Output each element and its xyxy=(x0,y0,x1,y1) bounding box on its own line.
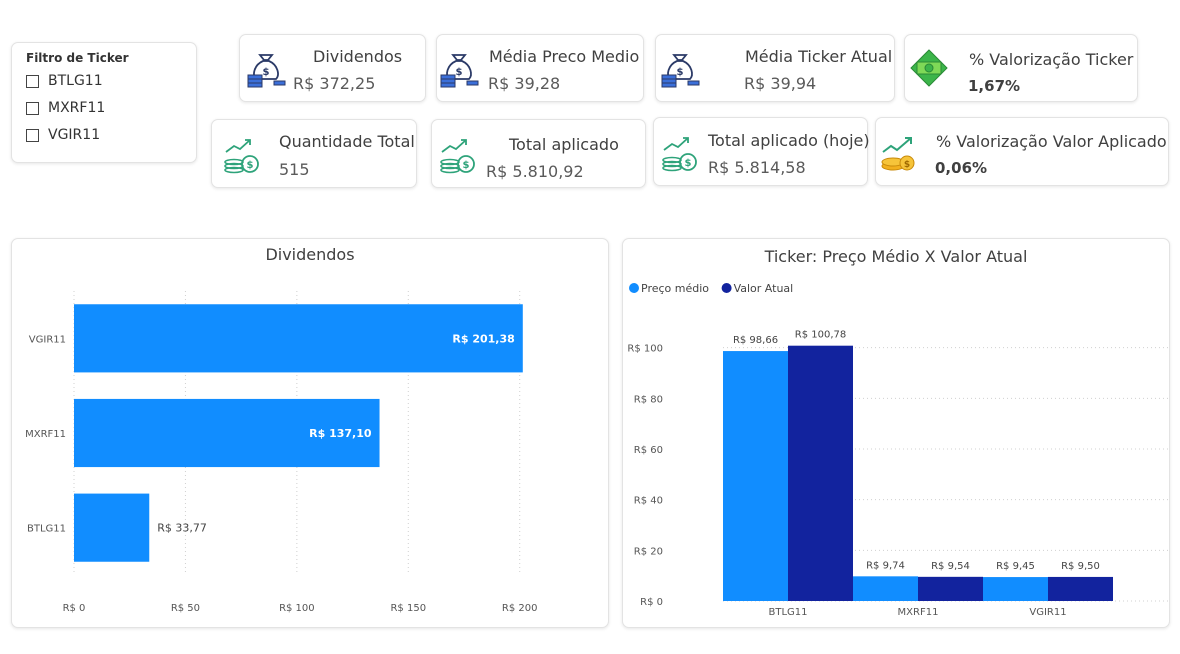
filter-item-vgir11[interactable]: VGIR11 xyxy=(26,127,100,143)
x-tick-label: R$ 100 xyxy=(279,603,315,614)
filter-item-btlg11[interactable]: BTLG11 xyxy=(26,73,103,89)
x-tick-label: R$ 0 xyxy=(63,603,86,614)
svg-text:$: $ xyxy=(263,67,270,78)
y-tick-label: R$ 40 xyxy=(634,496,663,507)
kpi-valorizacao-valor-aplicado: $ % Valorização Valor Aplicado 0,06% xyxy=(875,117,1169,186)
kpi-value: R$ 39,94 xyxy=(744,74,817,93)
data-label: R$ 9,45 xyxy=(996,561,1035,572)
svg-text:$: $ xyxy=(685,158,692,169)
svg-text:$: $ xyxy=(247,160,254,171)
ticker-filter: Filtro de Ticker BTLG11 MXRF11 VGIR11 xyxy=(11,42,197,163)
kpi-title: Dividendos xyxy=(313,47,403,66)
bar xyxy=(1048,576,1113,601)
kpi-title: % Valorização Valor Aplicado xyxy=(936,132,1167,151)
banknote-icon xyxy=(910,49,948,87)
bar xyxy=(983,577,1048,601)
kpi-total-aplicado: $ Total aplicado R$ 5.810,92 xyxy=(431,119,646,188)
y-tick-label: MXRF11 xyxy=(25,429,66,440)
filter-title: Filtro de Ticker xyxy=(26,51,129,65)
coins-chart-icon: $ xyxy=(881,137,915,171)
kpi-dividendos: $ Dividendos R$ 372,25 xyxy=(239,34,426,102)
kpi-quantidade-total: $ Quantidade Total 515 xyxy=(211,119,417,188)
coins-growth-icon: $ xyxy=(662,137,697,172)
coins-growth-icon: $ xyxy=(224,139,259,174)
x-tick-label: R$ 200 xyxy=(502,603,538,614)
kpi-value: 515 xyxy=(279,160,310,179)
kpi-media-ticker-atual: $ Média Ticker Atual R$ 39,94 xyxy=(655,34,895,102)
data-label: R$ 201,38 xyxy=(452,332,514,345)
kpi-title: Quantidade Total xyxy=(279,132,415,151)
checkbox[interactable] xyxy=(26,128,39,142)
svg-text:$: $ xyxy=(904,160,910,170)
kpi-value: R$ 5.810,92 xyxy=(486,162,584,181)
filter-item-label: MXRF11 xyxy=(48,100,106,116)
filter-item-label: VGIR11 xyxy=(48,127,101,143)
money-bag-icon: $ xyxy=(440,54,479,88)
y-tick-label: R$ 20 xyxy=(634,546,663,557)
y-tick-label: R$ 80 xyxy=(634,394,663,405)
filter-item-label: BTLG11 xyxy=(48,73,103,89)
data-label: R$ 100,78 xyxy=(795,330,846,341)
legend-label: Valor Atual xyxy=(734,282,794,295)
bar xyxy=(74,493,150,562)
data-label: R$ 98,66 xyxy=(733,335,778,346)
legend-label: Preço médio xyxy=(641,282,709,295)
dividendos-bar-chart: R$ 0 R$ 50 R$ 100 R$ 150 R$ 200 VGIR11 R$ 201,… xyxy=(25,291,538,614)
data-label: R$ 9,74 xyxy=(866,560,905,571)
kpi-value: 1,67% xyxy=(968,77,1021,95)
kpi-value: 0,06% xyxy=(935,159,988,177)
kpi-title: Total aplicado xyxy=(509,135,619,154)
dividendos-chart: Dividendos R$ 0 R$ 50 R$ 100 R$ 150 R$ 200 VG… xyxy=(11,238,609,628)
checkbox[interactable] xyxy=(26,74,39,88)
data-label: R$ 9,54 xyxy=(931,561,970,572)
checkbox[interactable] xyxy=(26,101,39,115)
coins-growth-icon: $ xyxy=(440,139,475,174)
x-tick-label: R$ 150 xyxy=(390,603,426,614)
bar xyxy=(918,576,983,601)
kpi-title: Total aplicado (hoje) xyxy=(708,131,870,150)
data-label: R$ 33,77 xyxy=(157,522,207,535)
data-label: R$ 9,50 xyxy=(1061,561,1100,572)
money-bag-icon: $ xyxy=(661,54,700,88)
kpi-value: R$ 5.814,58 xyxy=(708,158,806,177)
y-tick-label: R$ 0 xyxy=(640,597,663,608)
ticker-grouped-bar-chart: Preço médio Valor Atual R$ 0 R$ 20 R$ 40 R$ 6… xyxy=(627,282,1168,618)
legend-marker xyxy=(629,283,639,293)
kpi-total-aplicado-hoje: $ Total aplicado (hoje) R$ 5.814,58 xyxy=(653,117,870,186)
bar xyxy=(788,345,853,601)
bar xyxy=(723,351,788,601)
ticker-comparison-chart: Ticker: Preço Médio X Valor Atual Preço … xyxy=(622,238,1170,628)
y-tick-label: R$ 100 xyxy=(627,344,663,355)
kpi-title: Média Preco Medio xyxy=(489,47,640,66)
svg-text:$: $ xyxy=(677,67,684,78)
x-tick-label: R$ 50 xyxy=(171,603,200,614)
bar xyxy=(853,576,918,601)
money-bag-icon: $ xyxy=(247,54,286,88)
filter-item-mxrf11[interactable]: MXRF11 xyxy=(26,100,105,116)
svg-text:$: $ xyxy=(463,160,470,171)
x-tick-label: VGIR11 xyxy=(1029,607,1066,618)
kpi-title: % Valorização Ticker xyxy=(969,50,1134,69)
kpi-media-preco-medio: $ Média Preco Medio R$ 39,28 xyxy=(436,34,644,102)
y-tick-label: BTLG11 xyxy=(27,524,66,535)
kpi-value: R$ 39,28 xyxy=(488,74,561,93)
x-tick-label: BTLG11 xyxy=(768,607,807,618)
kpi-title: Média Ticker Atual xyxy=(745,47,893,66)
legend-marker xyxy=(721,283,732,293)
svg-text:$: $ xyxy=(456,67,463,78)
y-tick-label: R$ 60 xyxy=(634,445,663,456)
x-tick-label: MXRF11 xyxy=(898,607,939,618)
data-label: R$ 137,10 xyxy=(309,427,372,440)
y-tick-label: VGIR11 xyxy=(29,334,66,345)
kpi-value: R$ 372,25 xyxy=(293,74,376,93)
kpi-valorizacao-ticker: % Valorização Ticker 1,67% xyxy=(904,34,1138,102)
